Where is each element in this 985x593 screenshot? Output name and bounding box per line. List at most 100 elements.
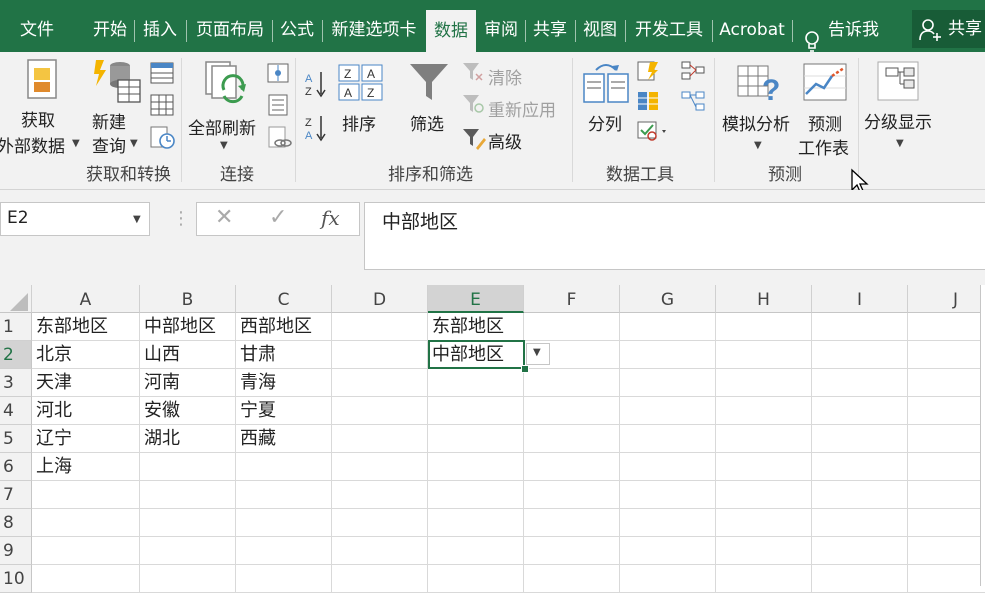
- cell-d2[interactable]: [332, 341, 428, 369]
- cell-j1[interactable]: [908, 313, 985, 341]
- refresh-all-button[interactable]: 全部刷新 ▼: [184, 52, 264, 156]
- insert-function-icon[interactable]: fx: [321, 206, 340, 230]
- row-header-9[interactable]: 9: [0, 537, 32, 565]
- cell-b5[interactable]: 湖北: [140, 425, 236, 453]
- row-header-3[interactable]: 3: [0, 369, 32, 397]
- tab-acrobat[interactable]: Acrobat: [714, 0, 790, 52]
- share-button[interactable]: 共享: [912, 10, 985, 48]
- column-header-e[interactable]: E: [428, 285, 524, 313]
- from-table-icon[interactable]: [150, 94, 174, 120]
- cell-j3[interactable]: [908, 369, 985, 397]
- cell-g2[interactable]: [620, 341, 716, 369]
- cell-e3[interactable]: [428, 369, 524, 397]
- formula-input[interactable]: 中部地区: [364, 202, 985, 270]
- cell-h5[interactable]: [716, 425, 812, 453]
- cell-b4[interactable]: 安徽: [140, 397, 236, 425]
- cell-e9[interactable]: [428, 537, 524, 565]
- properties-icon[interactable]: [266, 94, 290, 120]
- relationships-icon[interactable]: [680, 90, 706, 116]
- cell-d8[interactable]: [332, 509, 428, 537]
- cell-j2[interactable]: [908, 341, 985, 369]
- cell-j8[interactable]: [908, 509, 985, 537]
- cell-b6[interactable]: [140, 453, 236, 481]
- advanced-filter-button[interactable]: 高级: [460, 126, 530, 154]
- cell-f3[interactable]: [524, 369, 620, 397]
- tab-page-layout[interactable]: 页面布局: [188, 0, 272, 52]
- tell-me-search[interactable]: 告诉我: [800, 0, 890, 52]
- cell-g10[interactable]: [620, 565, 716, 593]
- tab-file[interactable]: 文件: [8, 0, 66, 52]
- cell-e8[interactable]: [428, 509, 524, 537]
- cell-d9[interactable]: [332, 537, 428, 565]
- spreadsheet-grid[interactable]: ABCDEFGHIJ 1 2 3 4 5 6 7 8 9 10 东部地区 中部地区 西部地区 东部地区北…: [0, 285, 985, 593]
- forecast-sheet-button[interactable]: 预测 工作表: [798, 52, 858, 159]
- tab-review[interactable]: 审阅: [478, 0, 524, 52]
- cell-c2[interactable]: 甘肃: [236, 341, 332, 369]
- cell-h10[interactable]: [716, 565, 812, 593]
- cell-j10[interactable]: [908, 565, 985, 593]
- cell-h6[interactable]: [716, 453, 812, 481]
- cell-d3[interactable]: [332, 369, 428, 397]
- cell-i5[interactable]: [812, 425, 908, 453]
- cell-h3[interactable]: [716, 369, 812, 397]
- cell-g4[interactable]: [620, 397, 716, 425]
- tab-home[interactable]: 开始: [86, 0, 134, 52]
- chevron-down-icon[interactable]: ▼: [133, 214, 141, 225]
- cell-b1[interactable]: 中部地区: [140, 313, 236, 341]
- row-header-7[interactable]: 7: [0, 481, 32, 509]
- cell-i7[interactable]: [812, 481, 908, 509]
- cell-a4[interactable]: 河北: [32, 397, 140, 425]
- row-header-4[interactable]: 4: [0, 397, 32, 425]
- cell-f8[interactable]: [524, 509, 620, 537]
- column-header-c[interactable]: C: [236, 285, 332, 313]
- cell-f4[interactable]: [524, 397, 620, 425]
- cell-g5[interactable]: [620, 425, 716, 453]
- cell-h1[interactable]: [716, 313, 812, 341]
- column-header-d[interactable]: D: [332, 285, 428, 313]
- cell-c10[interactable]: [236, 565, 332, 593]
- cell-f6[interactable]: [524, 453, 620, 481]
- cell-g6[interactable]: [620, 453, 716, 481]
- cell-e4[interactable]: [428, 397, 524, 425]
- enter-icon[interactable]: ✓: [269, 205, 287, 230]
- show-queries-icon[interactable]: [150, 62, 174, 88]
- cell-b9[interactable]: [140, 537, 236, 565]
- cell-f10[interactable]: [524, 565, 620, 593]
- consolidate-icon[interactable]: [680, 60, 706, 86]
- cell-d4[interactable]: [332, 397, 428, 425]
- tab-developer[interactable]: 开发工具: [627, 0, 711, 52]
- cell-e7[interactable]: [428, 481, 524, 509]
- text-to-columns-button[interactable]: 分列: [578, 52, 634, 156]
- cell-h8[interactable]: [716, 509, 812, 537]
- connections-icon[interactable]: [266, 62, 290, 88]
- cell-d10[interactable]: [332, 565, 428, 593]
- cell-j5[interactable]: [908, 425, 985, 453]
- tab-data[interactable]: 数据: [426, 10, 476, 52]
- cell-d1[interactable]: [332, 313, 428, 341]
- sort-button[interactable]: ZAAZ 排序: [336, 52, 386, 156]
- cell-j6[interactable]: [908, 453, 985, 481]
- cell-d7[interactable]: [332, 481, 428, 509]
- tab-formulas[interactable]: 公式: [274, 0, 320, 52]
- column-header-h[interactable]: H: [716, 285, 812, 313]
- cell-g8[interactable]: [620, 509, 716, 537]
- tab-insert[interactable]: 插入: [136, 0, 184, 52]
- row-header-10[interactable]: 10: [0, 565, 32, 593]
- cell-g9[interactable]: [620, 537, 716, 565]
- cell-d5[interactable]: [332, 425, 428, 453]
- tab-new-tab[interactable]: 新建选项卡: [324, 0, 424, 52]
- sort-ascending-icon[interactable]: AZ: [305, 70, 327, 102]
- cell-c3[interactable]: 青海: [236, 369, 332, 397]
- cell-b7[interactable]: [140, 481, 236, 509]
- recent-sources-icon[interactable]: [150, 126, 176, 154]
- row-header-1[interactable]: 1: [0, 313, 32, 341]
- remove-duplicates-icon[interactable]: [636, 90, 660, 116]
- cell-e10[interactable]: [428, 565, 524, 593]
- cell-b8[interactable]: [140, 509, 236, 537]
- tab-share-menu[interactable]: 共享: [527, 0, 573, 52]
- cell-c5[interactable]: 西藏: [236, 425, 332, 453]
- row-header-8[interactable]: 8: [0, 509, 32, 537]
- cell-f5[interactable]: [524, 425, 620, 453]
- cell-j4[interactable]: [908, 397, 985, 425]
- get-external-data-button[interactable]: 获取 外部数据 ▼: [0, 52, 84, 157]
